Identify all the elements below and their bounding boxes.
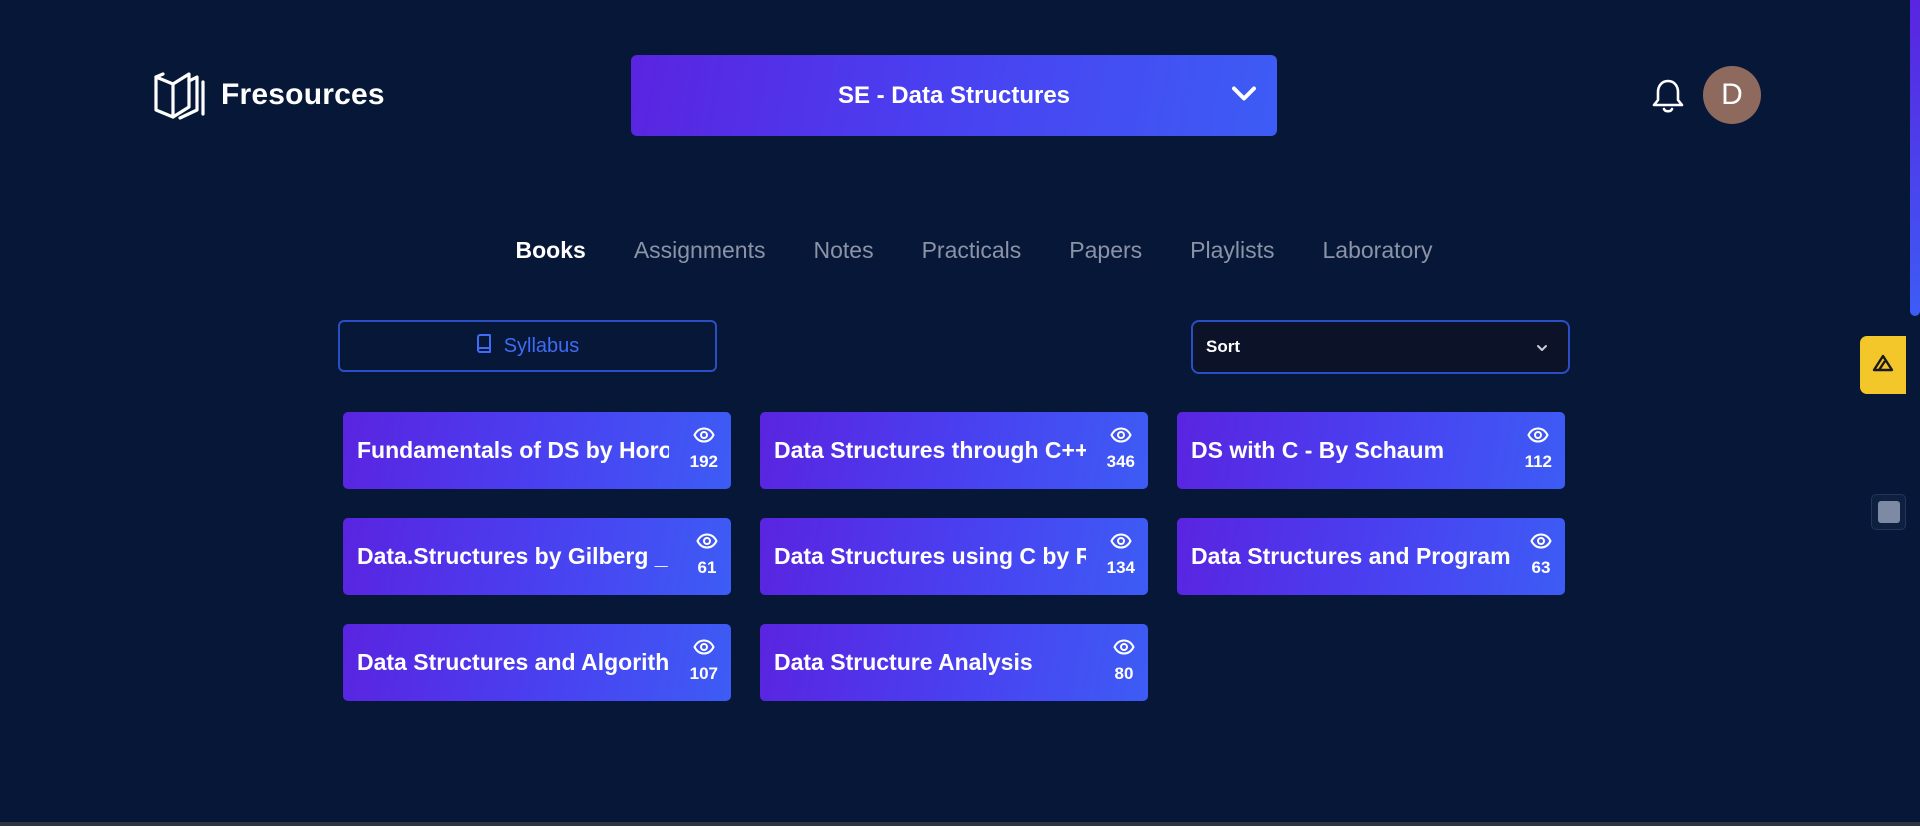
book-card[interactable]: Data Structures through C++ 346	[760, 412, 1148, 489]
eye-icon	[1530, 533, 1552, 554]
eye-icon	[1113, 639, 1135, 660]
book-card[interactable]: Data Structures using C by Re 134	[760, 518, 1148, 595]
view-count-number: 107	[689, 664, 718, 683]
tab-notes[interactable]: Notes	[813, 237, 873, 264]
book-title: Data Structure Analysis	[774, 649, 1033, 675]
book-title: Data Structures using C by Re	[774, 543, 1086, 569]
view-count: 63	[1530, 533, 1552, 578]
book-title: Data Structures and Program	[1191, 543, 1511, 569]
book-card[interactable]: Data.Structures by Gilberg _ F 61	[343, 518, 731, 595]
book-title: Data Structures through C++	[774, 437, 1086, 463]
chevron-down-icon	[1536, 337, 1548, 357]
category-tabs: Books Assignments Notes Practicals Paper…	[0, 237, 1920, 264]
scrollbar-thumb[interactable]	[1910, 0, 1920, 316]
tab-papers[interactable]: Papers	[1069, 237, 1142, 264]
syllabus-label: Syllabus	[503, 334, 580, 357]
view-count: 80	[1113, 639, 1135, 684]
view-count: 192	[690, 427, 718, 472]
sort-select[interactable]: Sort	[1191, 320, 1570, 374]
chevron-down-icon	[1231, 84, 1257, 107]
tab-practicals[interactable]: Practicals	[922, 237, 1022, 264]
extension-widget-button[interactable]	[1860, 336, 1906, 394]
avatar[interactable]: D	[1703, 66, 1761, 124]
app-name: Fresources	[221, 78, 385, 111]
book-title: Data Structures and Algorithi	[357, 649, 669, 675]
eye-icon	[1527, 427, 1549, 448]
book-card[interactable]: Data Structures and Algorithi 107	[343, 624, 731, 701]
tab-laboratory[interactable]: Laboratory	[1323, 237, 1433, 264]
eye-icon	[1110, 533, 1132, 554]
eye-icon	[693, 639, 715, 660]
eye-icon	[696, 533, 718, 554]
view-count-number: 192	[689, 452, 718, 471]
view-count-number: 346	[1106, 452, 1135, 471]
page: Fresources SE - Data Structures D Books …	[0, 0, 1920, 826]
tab-assignments[interactable]: Assignments	[634, 237, 766, 264]
view-count-number: 134	[1106, 558, 1135, 577]
book-title: DS with C - By Schaum	[1191, 437, 1445, 463]
view-count: 107	[690, 639, 718, 684]
subject-dropdown[interactable]: SE - Data Structures	[631, 55, 1277, 136]
book-title: Data.Structures by Gilberg _ F	[357, 543, 669, 569]
tab-books[interactable]: Books	[516, 237, 586, 264]
bottom-divider	[0, 822, 1920, 826]
view-count: 112	[1525, 427, 1552, 472]
view-count: 61	[696, 533, 718, 578]
view-count-number: 80	[1114, 664, 1134, 683]
syllabus-button[interactable]: Syllabus	[338, 320, 717, 372]
view-count-number: 63	[1531, 558, 1551, 577]
view-count-number: 112	[1524, 452, 1552, 471]
triangle-logo-icon	[1872, 354, 1894, 377]
app-logo[interactable]: Fresources	[153, 70, 385, 120]
eye-icon	[693, 427, 715, 448]
book-card[interactable]: Data Structures and Program 63	[1177, 518, 1565, 595]
book-card[interactable]: DS with C - By Schaum 112	[1177, 412, 1565, 489]
book-card[interactable]: Fundamentals of DS by Horow 192	[343, 412, 731, 489]
subject-label: SE - Data Structures	[837, 81, 1071, 109]
book-title: Fundamentals of DS by Horow	[357, 437, 669, 463]
tab-playlists[interactable]: Playlists	[1190, 237, 1274, 264]
view-count: 134	[1107, 533, 1135, 578]
view-count-number: 61	[697, 558, 717, 577]
extension-icon	[1877, 501, 1900, 523]
book-icon	[476, 333, 492, 359]
eye-icon	[1110, 427, 1132, 448]
view-count: 346	[1107, 427, 1135, 472]
extension-mini-button[interactable]	[1871, 494, 1906, 530]
book-logo-icon	[153, 70, 207, 120]
book-card[interactable]: Data Structure Analysis 80	[760, 624, 1148, 701]
avatar-initial: D	[1721, 78, 1743, 111]
book-grid: Fundamentals of DS by Horow 192 Data Str…	[343, 412, 1565, 701]
sort-label: Sort	[1206, 337, 1240, 356]
bell-icon[interactable]	[1651, 78, 1685, 119]
